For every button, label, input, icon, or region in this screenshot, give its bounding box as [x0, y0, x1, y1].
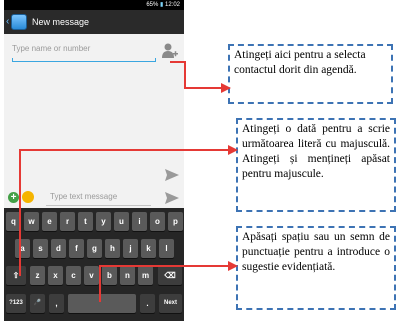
add-contact-button[interactable] — [162, 42, 178, 60]
key-w[interactable]: w — [24, 212, 39, 231]
key-m[interactable]: m — [138, 266, 153, 285]
compose-bar: + Type text message — [4, 188, 184, 208]
input-underline — [12, 61, 156, 62]
space-key[interactable] — [68, 294, 136, 313]
key-c[interactable]: c — [66, 266, 81, 285]
key-k[interactable]: k — [141, 239, 156, 258]
mic-key[interactable]: 🎤 — [30, 294, 45, 313]
send-button[interactable] — [164, 191, 180, 205]
key-g[interactable]: g — [87, 239, 102, 258]
send-arrow-icon — [165, 192, 179, 204]
key-u[interactable]: u — [114, 212, 129, 231]
next-key[interactable]: Next — [159, 294, 182, 313]
key-e[interactable]: e — [42, 212, 57, 231]
key-o[interactable]: o — [150, 212, 165, 231]
key-y[interactable]: y — [96, 212, 111, 231]
recipient-placeholder: Type name or number — [12, 44, 91, 53]
page-title: New message — [32, 17, 90, 27]
battery-icon: ▮ — [160, 2, 164, 8]
key-z[interactable]: z — [30, 266, 45, 285]
comma-key[interactable]: , — [49, 294, 64, 313]
send-arrow-icon — [165, 169, 179, 181]
key-b[interactable]: b — [102, 266, 117, 285]
key-q[interactable]: q — [6, 212, 21, 231]
key-d[interactable]: d — [51, 239, 66, 258]
key-t[interactable]: t — [78, 212, 93, 231]
key-n[interactable]: n — [120, 266, 135, 285]
key-a[interactable]: a — [15, 239, 30, 258]
key-h[interactable]: h — [105, 239, 120, 258]
add-contact-icon — [162, 43, 178, 58]
status-bar: 65% ▮ 12:02 — [4, 0, 184, 10]
callout-contact: Atingeți aici pentru a selecta contactul… — [228, 44, 393, 104]
key-f[interactable]: f — [69, 239, 84, 258]
messaging-app-icon[interactable] — [11, 14, 27, 30]
period-key[interactable]: . — [140, 294, 155, 313]
key-l[interactable]: l — [159, 239, 174, 258]
message-placeholder: Type text message — [50, 192, 118, 201]
clock: 12:02 — [164, 2, 180, 8]
phone-screen: 65% ▮ 12:02 ‹ New message Type name or n… — [4, 0, 184, 321]
input-underline-cap — [155, 58, 156, 62]
key-j[interactable]: j — [123, 239, 138, 258]
symbols-key[interactable]: ?123 — [6, 294, 26, 313]
message-underline — [46, 205, 151, 206]
send-button-inactive[interactable] — [164, 168, 180, 182]
smiley-icon[interactable] — [22, 191, 34, 203]
backspace-key[interactable]: ⌫ — [158, 266, 182, 285]
input-underline-cap — [12, 58, 13, 62]
key-p[interactable]: p — [168, 212, 183, 231]
battery-percent: 65% — [146, 2, 159, 8]
callout-space: Apăsați spațiu sau un semn de punctuație… — [236, 226, 396, 310]
key-v[interactable]: v — [84, 266, 99, 285]
key-i[interactable]: i — [132, 212, 147, 231]
key-r[interactable]: r — [60, 212, 75, 231]
callout-shift: Atingeți o dată pentru a scrie următoare… — [236, 118, 396, 212]
back-chevron-icon[interactable]: ‹ — [6, 16, 9, 28]
shift-key[interactable]: ⇧ — [6, 266, 26, 285]
key-x[interactable]: x — [48, 266, 63, 285]
attach-plus-icon[interactable]: + — [8, 192, 19, 203]
action-bar: ‹ New message — [4, 10, 184, 34]
recipient-input[interactable]: Type name or number — [12, 40, 156, 62]
soft-keyboard: q w e r t y u i o p a s d f g h j k l ⇧ … — [4, 208, 184, 321]
key-s[interactable]: s — [33, 239, 48, 258]
